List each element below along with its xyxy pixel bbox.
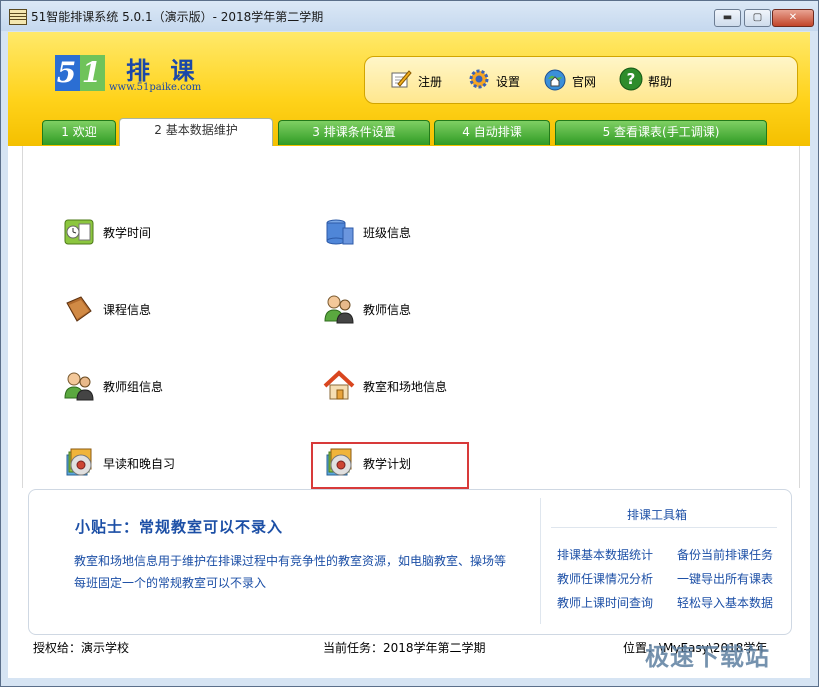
class-info-item[interactable]: 班级信息 bbox=[323, 214, 523, 250]
classroom-venue-item[interactable]: 教室和场地信息 bbox=[323, 368, 523, 404]
calendar-clock-icon bbox=[64, 219, 94, 245]
register-label: 注册 bbox=[418, 75, 443, 89]
morning-evening-item[interactable]: 早读和晚自习 bbox=[63, 445, 263, 481]
globe-home-icon bbox=[544, 69, 566, 91]
maximize-button[interactable]: ▢ bbox=[744, 9, 771, 27]
watermark: 极速下载站 bbox=[645, 643, 770, 671]
logo-text: 排 课 bbox=[126, 56, 201, 85]
toolbar: 注册 设置 官网 ? 帮助 bbox=[364, 56, 798, 104]
teacher-load-link[interactable]: 教师任课情况分析 bbox=[557, 570, 653, 587]
tab-auto-schedule[interactable]: 4 自动排课 bbox=[434, 120, 550, 145]
title-bar[interactable]: 51智能排课系统 5.0.1（演示版）- 2018学年第二学期 ▬ ▢ ✕ bbox=[1, 1, 818, 31]
data-stats-link[interactable]: 排课基本数据统计 bbox=[557, 546, 653, 563]
tab-basic-data[interactable]: 2 基本数据维护 bbox=[119, 118, 273, 146]
sub-toolbar bbox=[22, 146, 800, 173]
house-icon bbox=[323, 370, 355, 400]
logo-url: www.51paike.com bbox=[109, 82, 202, 93]
minimize-button[interactable]: ▬ bbox=[714, 9, 741, 27]
database-icon bbox=[326, 219, 354, 245]
tips-line-1: 教室和场地信息用于维护在排课过程中有竞争性的教室资源，如电脑教室、操场等 bbox=[74, 554, 507, 568]
course-info-label: 课程信息 bbox=[103, 303, 152, 317]
morning-evening-label: 早读和晚自习 bbox=[103, 457, 176, 471]
toolbox-rule bbox=[551, 527, 777, 528]
settings-label: 设置 bbox=[496, 75, 521, 89]
app-window: 51智能排课系统 5.0.1（演示版）- 2018学年第二学期 ▬ ▢ ✕ 51… bbox=[0, 0, 819, 687]
logo-digit-1: 1 bbox=[80, 55, 105, 91]
import-basic-link[interactable]: 轻松导入基本数据 bbox=[677, 594, 773, 611]
book-icon bbox=[66, 296, 92, 322]
teaching-time-item[interactable]: 教学时间 bbox=[63, 214, 263, 250]
teacher-time-link[interactable]: 教师上课时间查询 bbox=[557, 594, 653, 611]
logo-51: 51 bbox=[55, 55, 105, 91]
highlight-box bbox=[311, 442, 469, 489]
status-current-task: 当前任务：2018学年第二学期 bbox=[323, 641, 486, 655]
help-icon: ? bbox=[619, 67, 643, 91]
window-title: 51智能排课系统 5.0.1（演示版）- 2018学年第二学期 bbox=[31, 10, 324, 24]
tips-divider bbox=[540, 498, 541, 624]
tips-title: 小贴士：常规教室可以不录入 bbox=[75, 518, 284, 536]
main-tabs: 1 欢迎 2 基本数据维护 3 排课条件设置 4 自动排课 5 查看课表(手工调… bbox=[8, 118, 810, 146]
teacher-group-label: 教师组信息 bbox=[103, 380, 164, 394]
users-icon bbox=[64, 372, 94, 401]
website-label: 官网 bbox=[572, 75, 597, 89]
settings-button[interactable]: 设置 bbox=[467, 67, 527, 93]
help-label: 帮助 bbox=[648, 75, 673, 89]
teacher-group-item[interactable]: 教师组信息 bbox=[63, 368, 263, 404]
disc-stack-icon bbox=[66, 448, 92, 476]
teacher-info-item[interactable]: 教师信息 bbox=[323, 291, 523, 327]
teaching-time-label: 教学时间 bbox=[103, 226, 152, 240]
help-button[interactable]: ? 帮助 bbox=[619, 67, 679, 93]
tab-welcome[interactable]: 1 欢迎 bbox=[42, 120, 116, 145]
tab-view-timetable[interactable]: 5 查看课表(手工调课) bbox=[555, 120, 767, 145]
svg-text:?: ? bbox=[627, 70, 636, 88]
toolbox-title: 排课工具箱 bbox=[627, 508, 688, 522]
tab-conditions[interactable]: 3 排课条件设置 bbox=[278, 120, 430, 145]
class-info-label: 班级信息 bbox=[363, 226, 412, 240]
backup-task-link[interactable]: 备份当前排课任务 bbox=[677, 546, 773, 563]
course-info-item[interactable]: 课程信息 bbox=[63, 291, 263, 327]
tips-body: 教室和场地信息用于维护在排课过程中有竞争性的教室资源，如电脑教室、操场等 每班固… bbox=[74, 550, 524, 594]
close-button[interactable]: ✕ bbox=[772, 9, 814, 27]
tips-panel: 小贴士：常规教室可以不录入 教室和场地信息用于维护在排课过程中有竞争性的教室资源… bbox=[28, 489, 792, 635]
app-icon bbox=[9, 9, 27, 25]
gear-icon bbox=[469, 69, 489, 89]
users-icon bbox=[324, 295, 354, 324]
website-button[interactable]: 官网 bbox=[543, 67, 603, 93]
export-all-link[interactable]: 一键导出所有课表 bbox=[677, 570, 773, 587]
logo-digit-5: 5 bbox=[56, 56, 79, 89]
register-button[interactable]: 注册 bbox=[389, 67, 449, 93]
teacher-info-label: 教师信息 bbox=[363, 303, 412, 317]
classroom-venue-label: 教室和场地信息 bbox=[363, 380, 448, 394]
header-banner: 51 排 课 www.51paike.com 注册 设置 官网 ? 帮助 1 欢… bbox=[8, 32, 810, 146]
pen-paper-icon bbox=[391, 70, 412, 88]
status-licensed: 授权给：演示学校 bbox=[33, 641, 130, 655]
tips-line-2: 每班固定一个的常规教室可以不录入 bbox=[74, 576, 267, 590]
